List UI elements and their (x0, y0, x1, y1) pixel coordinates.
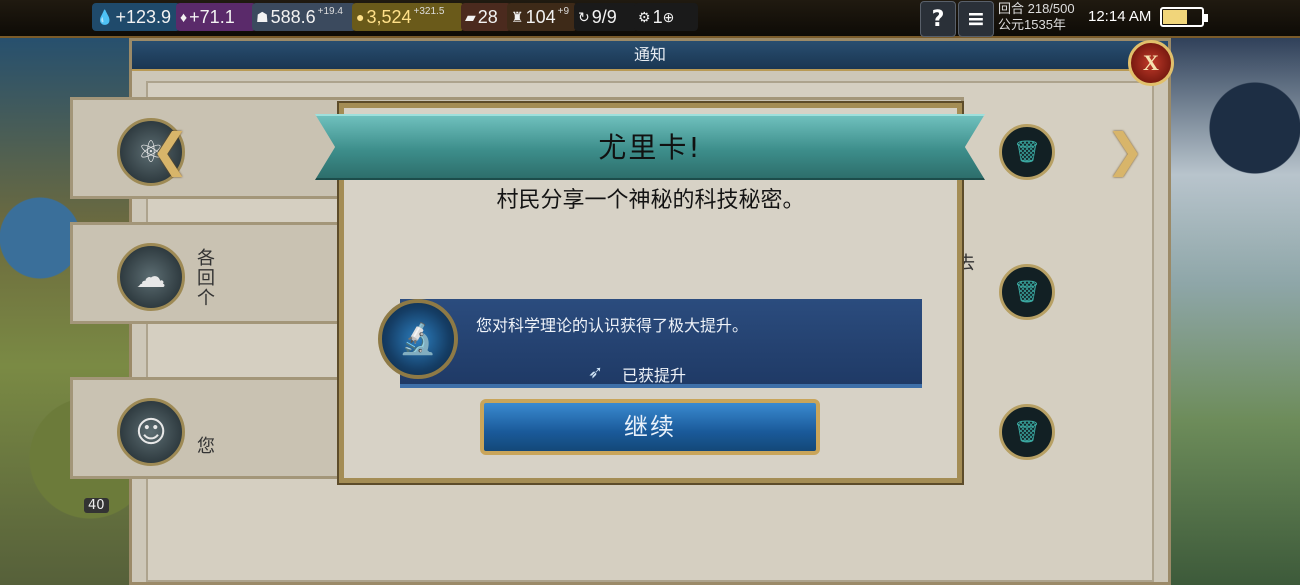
row-text-fragment: 您 (197, 436, 215, 457)
prev-arrow-icon[interactable]: ❮ (151, 123, 190, 177)
row-text-fragment: 各 回 个 (197, 248, 215, 309)
gold-yield[interactable]: ● 3,524 +321.5 (352, 3, 464, 31)
battery-icon (1160, 7, 1208, 27)
help-button[interactable]: ? (920, 1, 956, 37)
reward-status: 已获提升 (622, 366, 687, 385)
resource-b-icon: ♜ (511, 8, 524, 25)
science-yield[interactable]: 💧 +123.9 (92, 3, 180, 31)
popup-title: 尤里卡! (598, 131, 702, 164)
game-year: 公元1535年 (998, 17, 1066, 32)
reward-description: 您对科学理论的认识获得了极大提升。 (476, 316, 749, 335)
boost-arrow-icon: ➶ (588, 362, 604, 383)
top-resource-bar: 💧 +123.9 ♦ +71.1 ☗ 588.6 +19.4 ● 3,524 +321.5 … (0, 0, 1300, 38)
storm-icon: ☁ (117, 243, 185, 311)
microscope-icon: 🔬 (378, 299, 458, 379)
panel-title: 通知 (132, 41, 1168, 71)
culture-yield[interactable]: ♦ +71.1 (176, 3, 256, 31)
popup-subtitle: 村民分享一个神秘的科技秘密。 (496, 188, 805, 213)
science-icon: 💧 (96, 8, 114, 25)
face-icon: ☺ (117, 398, 185, 466)
map-right-edge (1165, 38, 1300, 585)
dismiss-trash-icon[interactable]: 🗑 (999, 404, 1055, 460)
next-arrow-icon[interactable]: ❯ (1106, 123, 1145, 177)
dismiss-trash-icon[interactable]: 🗑 (999, 124, 1055, 180)
strategic-resource-b[interactable]: ♜ 104 +9 (507, 3, 577, 31)
close-button[interactable]: X (1128, 40, 1174, 86)
turn-counter: 回合 218/500 (998, 1, 1075, 16)
gold-icon: ● (356, 9, 365, 25)
menu-button[interactable]: ≡ (958, 1, 994, 37)
dismiss-trash-icon[interactable]: 🗑 (999, 264, 1055, 320)
culture-icon: ♦ (180, 9, 188, 25)
clock: 12:14 AM (1088, 8, 1152, 25)
turn-info: 回合 218/500 公元1535年 (998, 1, 1075, 33)
trade-routes[interactable]: ↻ 9/9 (574, 3, 638, 31)
continue-button[interactable]: 继续 (480, 399, 820, 455)
strategic-resource-a[interactable]: ▰ 28 (461, 3, 511, 31)
resource-a-icon: ▰ (465, 8, 476, 25)
faith-yield[interactable]: ☗ 588.6 +19.4 (252, 3, 356, 31)
plus-icon: ⊕ (662, 8, 675, 25)
envoy-icon: ⚙ (638, 8, 651, 25)
envoys[interactable]: ⚙ 1 ⊕ (634, 3, 698, 31)
unit-badge: 40 (84, 498, 109, 513)
faith-icon: ☗ (256, 8, 269, 25)
trade-icon: ↻ (578, 8, 590, 25)
